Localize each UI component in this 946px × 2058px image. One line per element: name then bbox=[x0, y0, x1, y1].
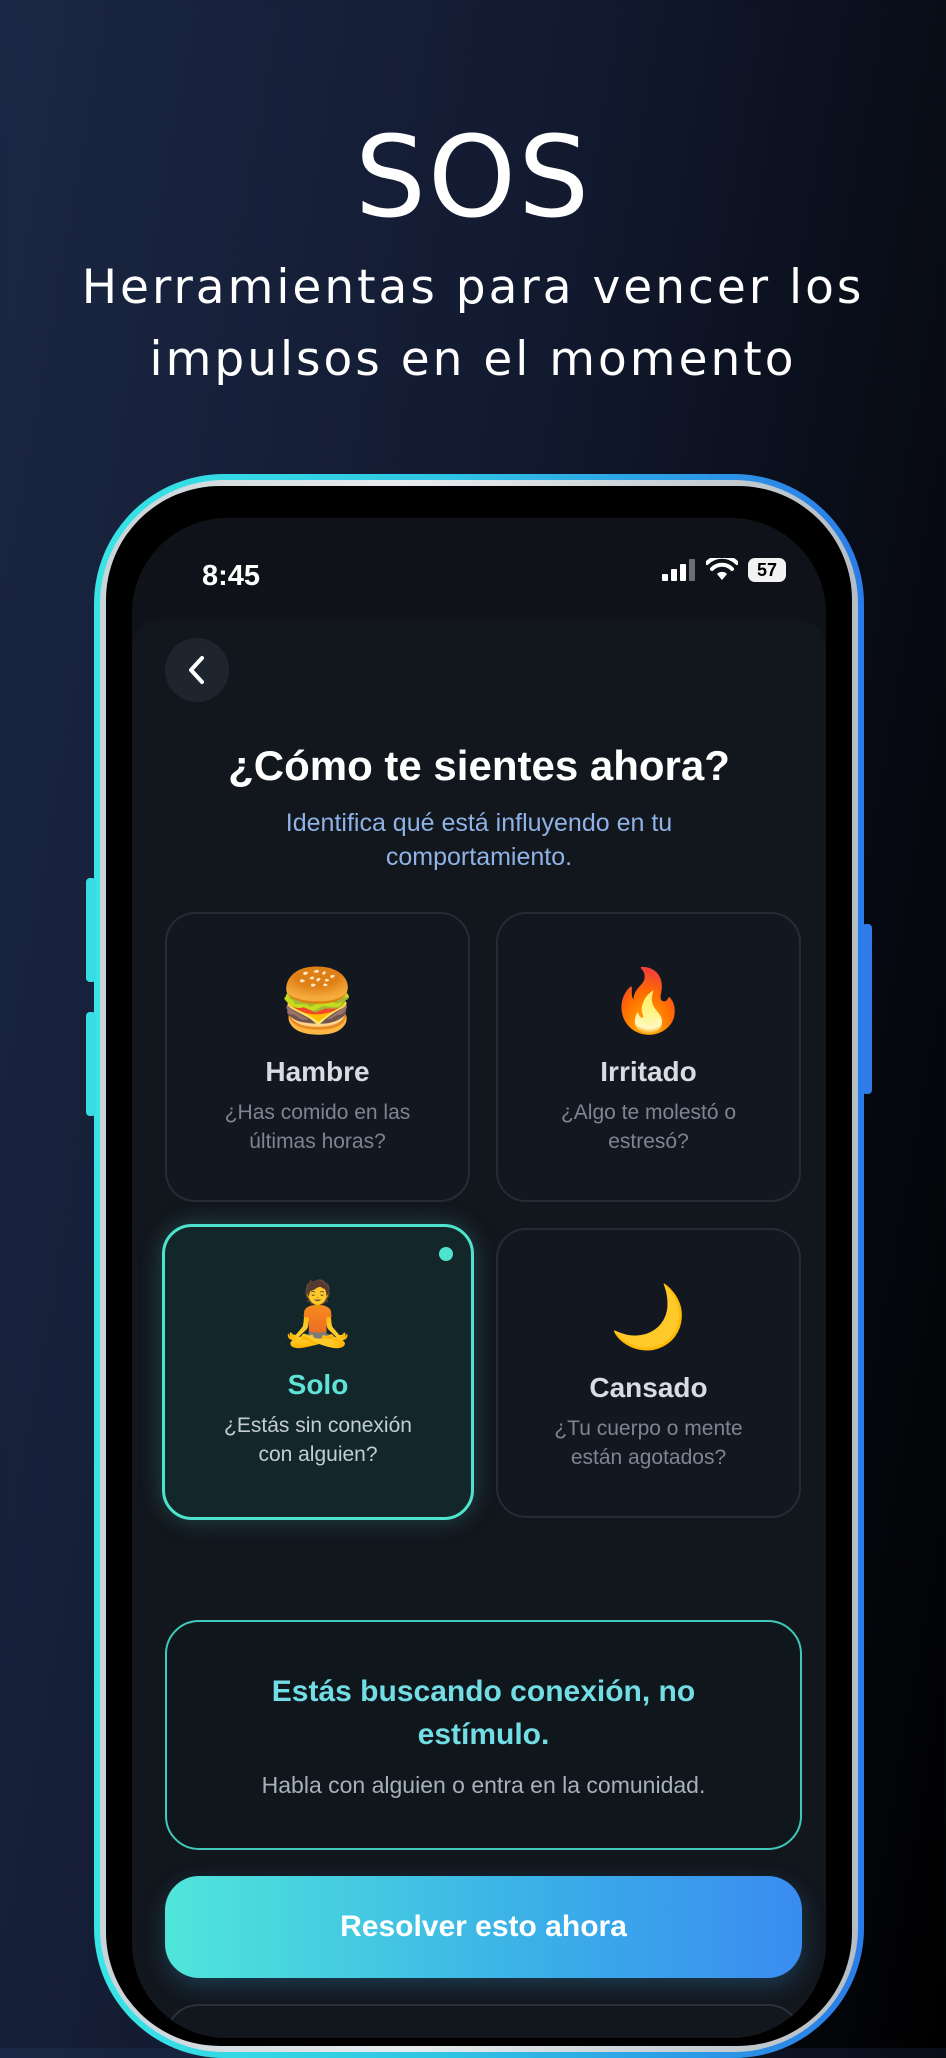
phone-frame: 8:45 57 ¿Cómo te sientes ahora? Identifi… bbox=[86, 474, 872, 2058]
mood-card-title: Solo bbox=[287, 1369, 349, 1400]
mood-card-cansado[interactable]: 🌙 Cansado ¿Tu cuerpo o mente están agota… bbox=[496, 1228, 801, 1518]
mood-card-title: Hambre bbox=[265, 1056, 370, 1087]
insight-title: Estás buscando conexión, no estímulo. bbox=[271, 1675, 696, 1751]
power-button bbox=[862, 924, 872, 1094]
mood-card-description: ¿Estás sin conexión con alguien? bbox=[224, 1414, 412, 1466]
screen-subheading: Identifica qué está influyendo en tu com… bbox=[285, 809, 673, 871]
mood-card-description: ¿Tu cuerpo o mente están agotados? bbox=[554, 1417, 743, 1469]
screen-heading: ¿Cómo te sientes ahora? bbox=[228, 742, 730, 789]
mood-card-description: ¿Has comido en las últimas horas? bbox=[224, 1101, 411, 1153]
mood-card-description: ¿Algo te molestó o estresó? bbox=[560, 1101, 737, 1153]
wifi-icon bbox=[706, 558, 738, 580]
resolve-now-button[interactable]: Resolver esto ahora bbox=[165, 1876, 802, 1978]
mood-card-hambre[interactable]: 🍔 Hambre ¿Has comido en las últimas hora… bbox=[165, 912, 470, 1202]
burger-icon: 🍔 bbox=[278, 967, 357, 1036]
secondary-button[interactable] bbox=[165, 2004, 802, 2038]
back-button[interactable] bbox=[165, 638, 229, 702]
meditation-icon: 🧘 bbox=[279, 1280, 357, 1349]
selected-indicator-dot bbox=[439, 1247, 453, 1261]
mood-card-title: Irritado bbox=[600, 1056, 697, 1087]
signal-icon bbox=[662, 559, 695, 581]
status-icons: 57 bbox=[662, 558, 786, 582]
promo-subtitle: Herramientas para vencer los impulsos en… bbox=[81, 260, 865, 387]
insight-card: Estás buscando conexión, no estímulo. Ha… bbox=[165, 1620, 802, 1850]
chevron-left-icon bbox=[189, 656, 204, 684]
volume-down-button bbox=[86, 1012, 96, 1116]
insight-body: Habla con alguien o entra en la comunida… bbox=[261, 1772, 706, 1798]
app-sheet: ¿Cómo te sientes ahora? Identifica qué e… bbox=[132, 620, 826, 2038]
mood-card-title: Cansado bbox=[589, 1372, 708, 1403]
promo-title: SOS bbox=[354, 113, 592, 243]
phone-screen: 8:45 57 ¿Cómo te sientes ahora? Identifi… bbox=[132, 518, 826, 2038]
volume-up-button bbox=[86, 878, 96, 982]
mood-card-irritado[interactable]: 🔥 Irritado ¿Algo te molestó o estresó? bbox=[496, 912, 801, 1202]
fire-icon: 🔥 bbox=[609, 967, 688, 1036]
moon-icon: 🌙 bbox=[609, 1283, 688, 1352]
mood-card-solo[interactable]: 🧘 Solo ¿Estás sin conexión con alguien? bbox=[162, 1224, 474, 1520]
status-time: 8:45 bbox=[202, 560, 261, 592]
battery-indicator: 57 bbox=[748, 558, 786, 582]
